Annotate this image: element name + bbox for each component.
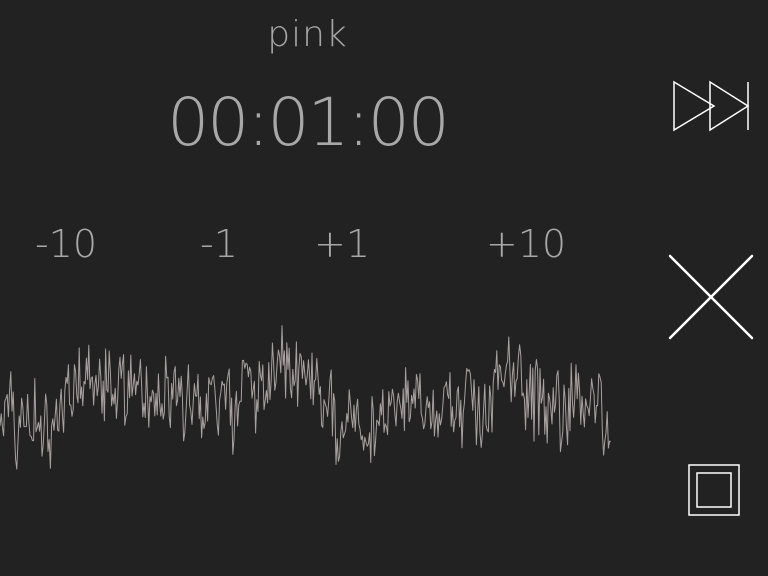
minus-10-button[interactable]: -10 xyxy=(35,222,97,266)
minus-1-button[interactable]: -1 xyxy=(200,222,238,266)
noise-waveform xyxy=(0,325,611,470)
close-button[interactable] xyxy=(668,254,754,340)
plus-10-button[interactable]: +10 xyxy=(486,222,566,266)
stop-icon xyxy=(688,464,740,516)
stop-button[interactable] xyxy=(686,462,742,518)
plus-1-button[interactable]: +1 xyxy=(314,222,370,266)
skip-forward-icon xyxy=(673,80,750,132)
close-icon xyxy=(668,254,754,340)
noise-type-label: pink xyxy=(267,14,348,55)
timer-display: 00:01:00 xyxy=(167,84,449,161)
skip-forward-button[interactable] xyxy=(668,78,756,134)
waveform-line xyxy=(0,325,611,470)
